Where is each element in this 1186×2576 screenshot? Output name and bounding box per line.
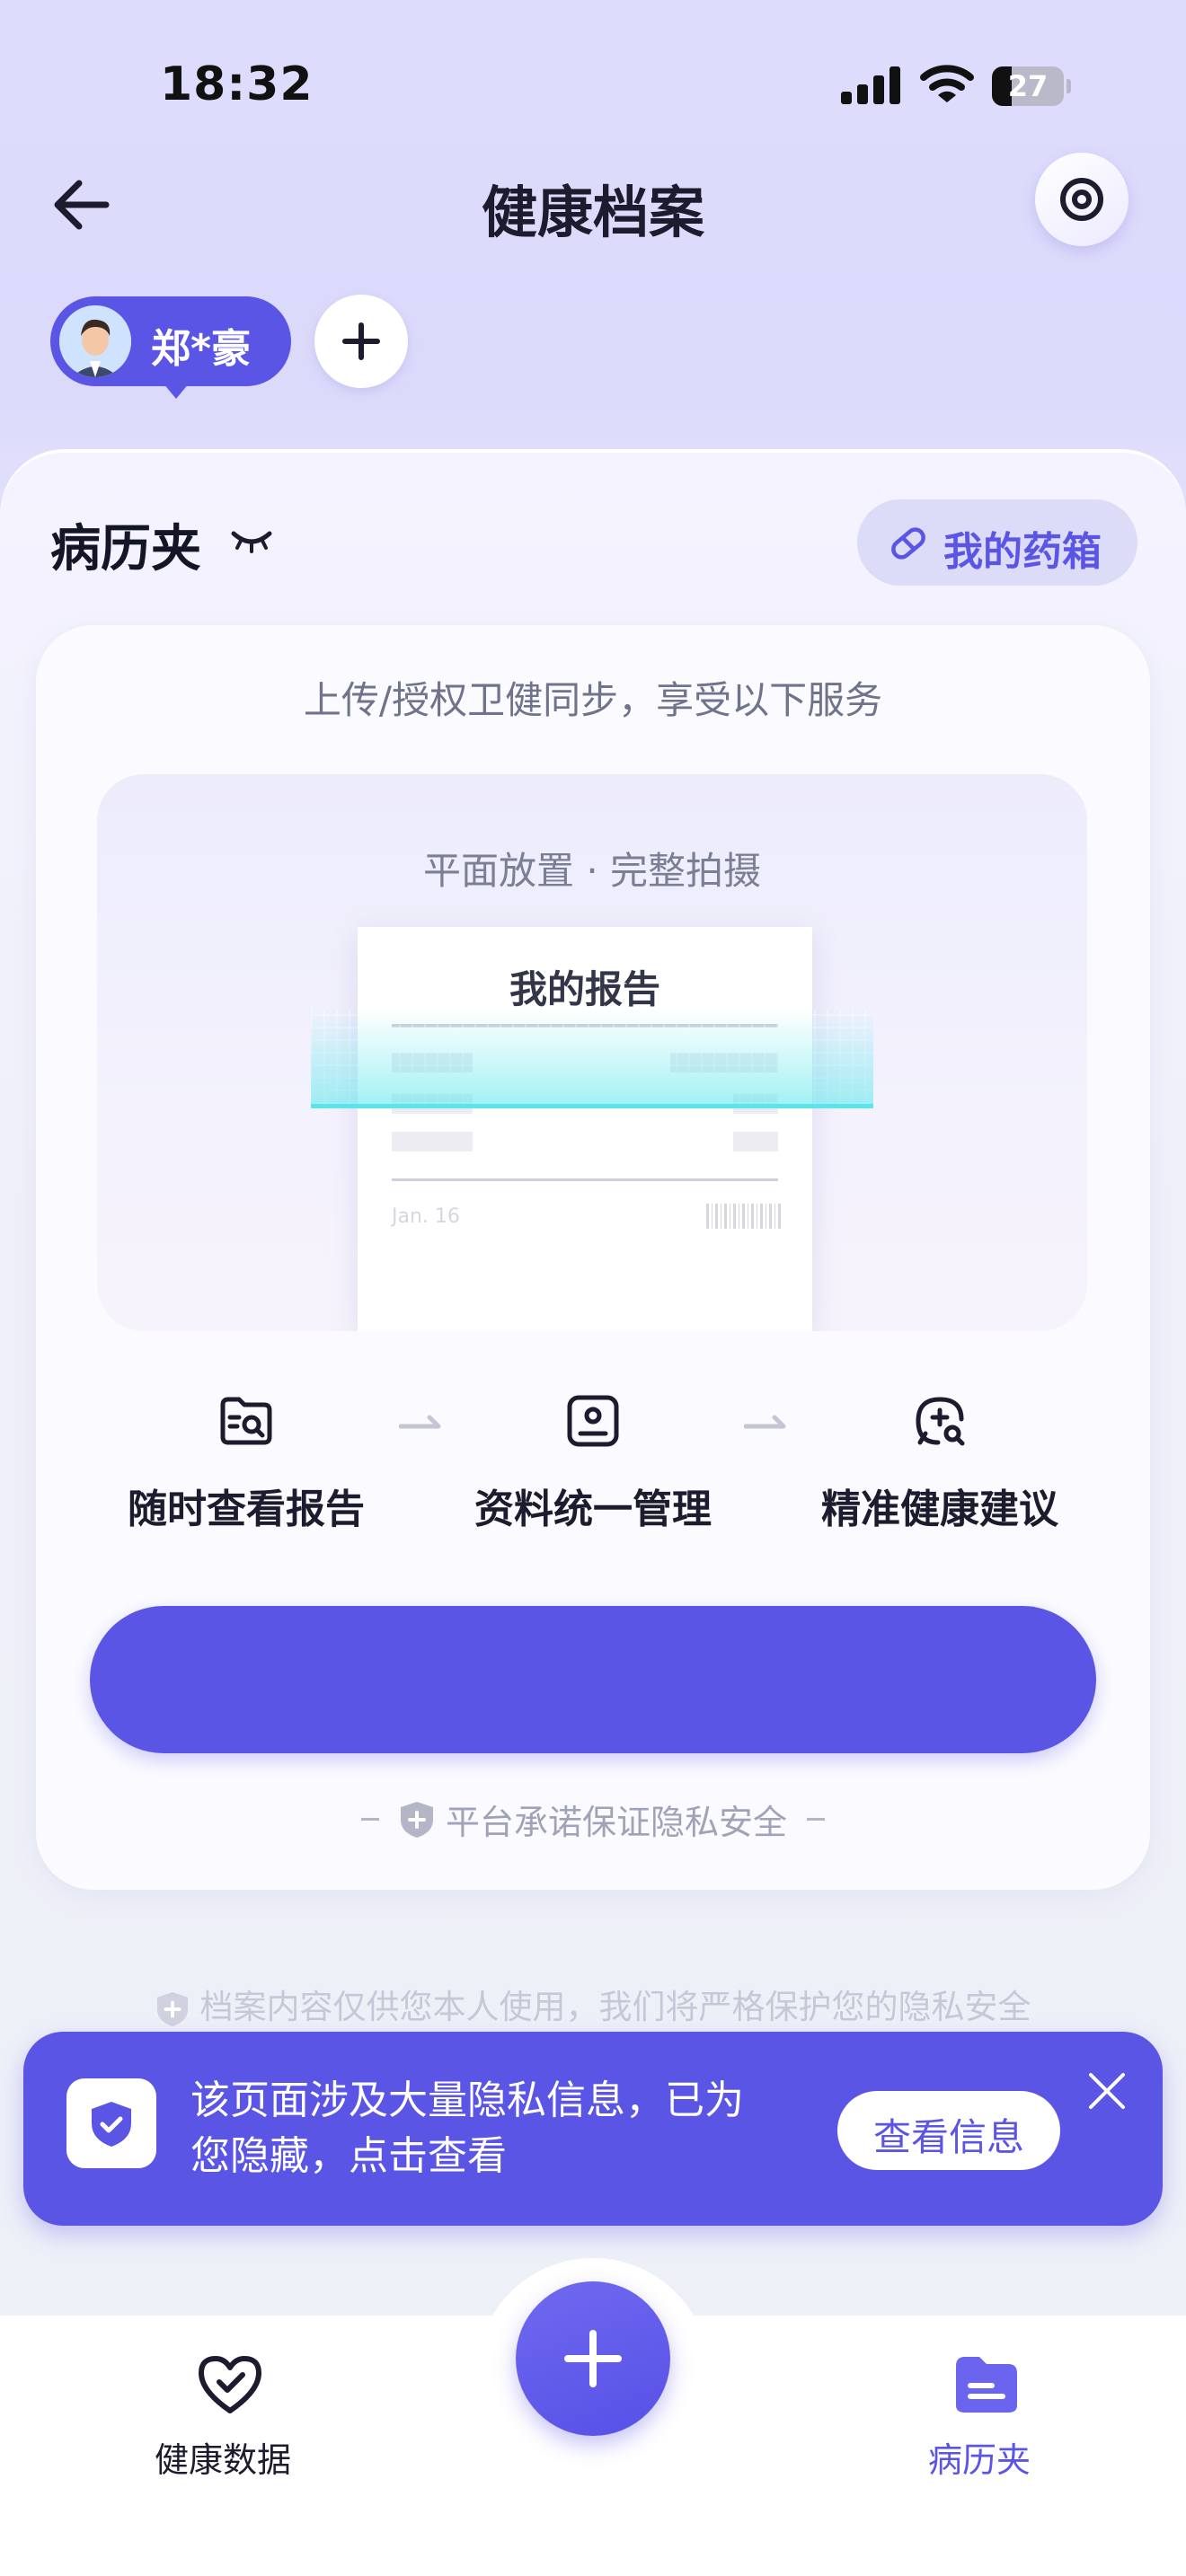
feature-label: 随时查看报告 <box>128 1486 365 1532</box>
medicine-box-label: 我的药箱 <box>943 529 1102 575</box>
footer-note-text: 档案内容仅供您本人使用，我们将严格保护您的隐私安全 <box>199 1988 1031 2026</box>
battery-icon: 27 <box>992 66 1071 106</box>
target-settings-icon <box>1060 178 1103 221</box>
plus-icon <box>564 2330 622 2387</box>
scan-illustration[interactable]: 平面放置 · 完整拍摄 我的报告 Jan. 16 <box>97 774 1087 1331</box>
feature-health-advice: 精准健康建议 <box>778 1392 1102 1536</box>
report-date: Jan. 16 <box>392 1205 460 1228</box>
view-info-button[interactable]: 查看信息 <box>837 2091 1060 2170</box>
report-title: 我的报告 <box>509 967 660 1011</box>
status-time: 18:32 <box>160 57 314 111</box>
privacy-banner: 该页面涉及大量隐私信息，已为 您隐藏，点击查看 查看信息 <box>23 2032 1163 2226</box>
folder-search-icon <box>220 1397 272 1445</box>
shield-check-icon <box>92 2102 131 2147</box>
arrow-left-icon <box>54 180 110 230</box>
banner-shield <box>66 2078 156 2168</box>
banner-message: 该页面涉及大量隐私信息，已为 您隐藏，点击查看 <box>190 2073 819 2184</box>
nav-label: 健康数据 <box>154 2440 291 2480</box>
footer-note: 档案内容仅供您本人使用，我们将严格保护您的隐私安全 <box>0 1980 1186 2028</box>
battery-percent: 27 <box>1007 69 1049 103</box>
settings-button[interactable] <box>1035 153 1128 246</box>
pill-icon <box>891 527 925 560</box>
cellular-signal-icon <box>841 66 900 104</box>
page-title: 健康档案 <box>481 180 704 245</box>
add-record-fab[interactable] <box>516 2281 670 2436</box>
feature-label: 资料统一管理 <box>474 1486 712 1532</box>
feature-label: 精准健康建议 <box>821 1486 1058 1532</box>
chat-add-icon <box>916 1397 965 1446</box>
status-bar: 18:32 27 <box>0 0 1186 171</box>
banner-message-line: 该页面涉及大量隐私信息，已为 <box>190 2078 744 2123</box>
medicine-box-button[interactable]: 我的药箱 <box>857 499 1137 586</box>
heart-check-icon <box>199 2356 261 2413</box>
banner-message-line: 您隐藏，点击查看 <box>190 2133 507 2179</box>
section-title: 病历夹 <box>50 520 201 578</box>
profile-chip[interactable]: 郑*豪 <box>50 296 291 386</box>
upload-primary-button[interactable] <box>90 1606 1096 1753</box>
back-button[interactable] <box>47 169 119 241</box>
feature-view-reports: 随时查看报告 <box>84 1392 408 1536</box>
shield-plus-icon <box>400 1801 433 1838</box>
feature-unified-management: 资料统一管理 <box>431 1392 755 1536</box>
nav-item-medical-records[interactable]: 病历夹 <box>872 2353 1087 2480</box>
scan-hint: 平面放置 · 完整拍摄 <box>422 849 762 893</box>
close-icon[interactable] <box>1084 2068 1130 2114</box>
plus-icon <box>342 322 380 360</box>
privacy-promise: 平台承诺保证隐私安全 <box>0 1795 1186 1842</box>
wifi-icon <box>920 65 974 102</box>
profile-card-icon <box>567 1395 619 1447</box>
privacy-promise-text: 平台承诺保证隐私安全 <box>445 1803 787 1842</box>
report-paper-illustration: 我的报告 Jan. 16 <box>358 927 812 1331</box>
upload-subtitle: 上传/授权卫健同步，享受以下服务 <box>303 678 883 722</box>
profile-name: 郑*豪 <box>151 326 252 372</box>
eye-closed-icon[interactable] <box>230 526 273 559</box>
avatar <box>59 305 131 377</box>
scan-beam <box>311 1010 873 1108</box>
nav-item-health-data[interactable]: 健康数据 <box>115 2353 331 2480</box>
barcode-icon <box>706 1204 783 1229</box>
view-info-label: 查看信息 <box>872 2115 1024 2159</box>
shield-plus-icon <box>156 1991 188 2026</box>
folder-icon <box>956 2357 1017 2413</box>
add-profile-button[interactable] <box>314 295 408 388</box>
nav-label: 病历夹 <box>927 2440 1031 2480</box>
